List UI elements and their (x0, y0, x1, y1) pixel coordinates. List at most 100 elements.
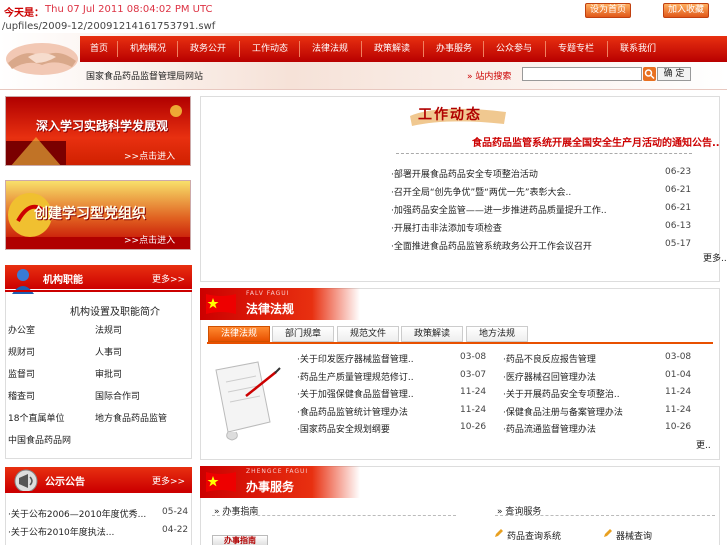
nav-item[interactable]: 工作动态 (240, 36, 300, 62)
service-subtitle: ZHENGCE FAGUI (246, 468, 309, 475)
current-datetime: Thu 07 Jul 2011 08:04:02 PM UTC (45, 4, 213, 15)
law-tab[interactable]: 政策解读 (401, 326, 463, 342)
query-item[interactable]: 药品查询系统 (507, 529, 561, 542)
nav-separator (239, 41, 240, 57)
org-more-link[interactable]: 更多>> (152, 272, 185, 285)
law-date: 11-24 (460, 387, 487, 397)
news-date: 06-21 (665, 185, 692, 195)
nav-separator (545, 41, 546, 57)
law-date: 11-24 (665, 387, 692, 397)
page: 今天是： Thu 07 Jul 2011 08:04:02 PM UTC 设为首… (0, 0, 727, 545)
news-item[interactable]: ·召开全局“创先争优”暨“两优一先”表彰大会.. (391, 185, 571, 198)
org-cell[interactable]: 稽查司 (8, 389, 35, 402)
banner-title: 创建学习型党组织 (34, 206, 146, 222)
law-item[interactable]: ·关于印发医疗器械监督管理.. (297, 352, 414, 365)
law-more-link[interactable]: 更.. (696, 438, 711, 451)
law-tab[interactable]: 法律法规 (208, 326, 270, 342)
org-cell[interactable]: 办公室 (8, 323, 35, 336)
nav-item[interactable]: 机构概况 (118, 36, 178, 62)
site-search-label: » 站内搜索 (467, 72, 512, 82)
banner-learning-party[interactable]: 创建学习型党组织 >>点击进入 (5, 180, 191, 250)
law-item[interactable]: ·药品不良反应报告管理 (503, 352, 596, 365)
nav-item[interactable]: 公众参与 (484, 36, 544, 62)
law-item[interactable]: ·食品药品监管统计管理办法 (297, 405, 408, 418)
law-date: 10-26 (460, 422, 487, 432)
law-item[interactable]: ·医疗器械召回管理办法 (503, 370, 596, 383)
nav-item[interactable]: 专题专栏 (546, 36, 606, 62)
notice-item[interactable]: ·关于公布2010年度执法... (8, 525, 114, 538)
org-cell[interactable]: 规财司 (8, 345, 35, 358)
search-submit-button[interactable]: 确 定 (657, 67, 691, 81)
org-cell[interactable]: 中国食品药品网 (8, 433, 71, 446)
pencil-icon (495, 529, 503, 537)
law-title: 法律法规 (246, 302, 295, 316)
nav-item[interactable]: 政务公开 (178, 36, 238, 62)
notice-item[interactable]: ·关于公布2006—2010年度优秀... (8, 507, 146, 520)
add-favorite-button[interactable]: 加入收藏 (663, 3, 709, 18)
law-item[interactable]: ·保健食品注册与备案管理办法 (503, 405, 623, 418)
header-divider (0, 89, 727, 90)
news-headline[interactable]: 食品药品监管系统开展全国安全生产月活动的通知公告.. (472, 134, 720, 149)
search-icon[interactable] (643, 67, 656, 81)
nav-separator (423, 41, 424, 57)
law-item[interactable]: ·关于开展药品安全专项整治.. (503, 387, 620, 400)
news-title: 工作动态 (418, 107, 482, 123)
query-item[interactable]: 器械查询 (616, 529, 652, 542)
nav-separator (483, 41, 484, 57)
nav-separator (361, 41, 362, 57)
org-cell[interactable]: 地方食品药品监管 (95, 411, 167, 424)
org-title: 机构职能 (43, 275, 83, 286)
notice-header-line (5, 491, 192, 493)
news-item[interactable]: ·全面推进食品药品监管系统政务公开工作会议召开 (391, 239, 592, 252)
law-date: 03-08 (460, 352, 487, 362)
news-divider (396, 153, 692, 154)
org-cell[interactable]: 法规司 (95, 323, 122, 336)
law-date: 03-07 (460, 369, 487, 380)
swf-path-text: /upfiles/2009-12/20091214161753791.swf (2, 21, 216, 32)
org-cell[interactable]: 审批司 (95, 367, 122, 380)
org-cell[interactable]: 监督司 (8, 367, 35, 380)
law-item[interactable]: ·国家药品安全规划纲要 (297, 422, 390, 435)
set-home-button[interactable]: 设为首页 (585, 3, 631, 18)
news-item[interactable]: ·加强药品安全监管——进一步推进药品质量提升工作.. (391, 203, 607, 216)
notice-date: 04-22 (162, 525, 189, 535)
nav-item[interactable]: 首页 (80, 36, 118, 62)
news-more-link[interactable]: 更多.. (703, 251, 727, 264)
banner-enter-link[interactable]: >>点击进入 (124, 233, 175, 246)
banner-science-development[interactable]: 深入学习实践科学发展观 >>点击进入 (5, 96, 191, 166)
guide-button[interactable]: 办事指南 (212, 535, 268, 545)
law-item[interactable]: ·关于加强保健食品监督管理.. (297, 387, 414, 400)
pencil-icon (604, 529, 612, 537)
query-label-text: 查询服务 (505, 507, 542, 517)
news-date: 05-17 (665, 239, 692, 249)
nav-item[interactable]: 政策解读 (362, 36, 422, 62)
law-date: 11-24 (460, 404, 487, 415)
scroll-document-icon (215, 361, 281, 441)
nav-item[interactable]: 法律法规 (300, 36, 360, 62)
query-label: » 查询服务 (497, 507, 542, 517)
org-cell[interactable]: 国际合作司 (95, 389, 140, 402)
law-date: 10-26 (665, 422, 692, 432)
law-item[interactable]: ·药品生产质量管理规范修订.. (297, 370, 414, 383)
law-date: 01-04 (665, 369, 692, 380)
banner-enter-link[interactable]: >>点击进入 (124, 149, 175, 162)
law-item[interactable]: ·药品流通监督管理办法 (503, 422, 596, 435)
news-item[interactable]: ·开展打击非法添加专项检查 (391, 221, 502, 234)
handshake-logo-icon (6, 43, 78, 75)
org-cell[interactable]: 人事司 (95, 345, 122, 358)
law-tab[interactable]: 地方法规 (466, 326, 528, 342)
nav-item[interactable]: 办事服务 (424, 36, 484, 62)
flag-icon (206, 294, 236, 314)
news-item[interactable]: ·部署开展食品药品安全专项整治活动 (391, 167, 538, 180)
org-header-line (5, 290, 192, 292)
law-tab[interactable]: 部门规章 (272, 326, 334, 342)
news-date: 06-21 (665, 203, 692, 213)
guide-label-text: 办事指南 (222, 507, 259, 517)
search-input[interactable] (522, 67, 642, 81)
notice-more-link[interactable]: 更多>> (152, 474, 185, 487)
law-tab[interactable]: 规范文件 (337, 326, 399, 342)
news-date: 06-13 (665, 221, 692, 231)
nav-item[interactable]: 联系我们 (608, 36, 668, 62)
org-cell[interactable]: 18个直属单位 (8, 411, 64, 424)
nav-separator (299, 41, 300, 57)
